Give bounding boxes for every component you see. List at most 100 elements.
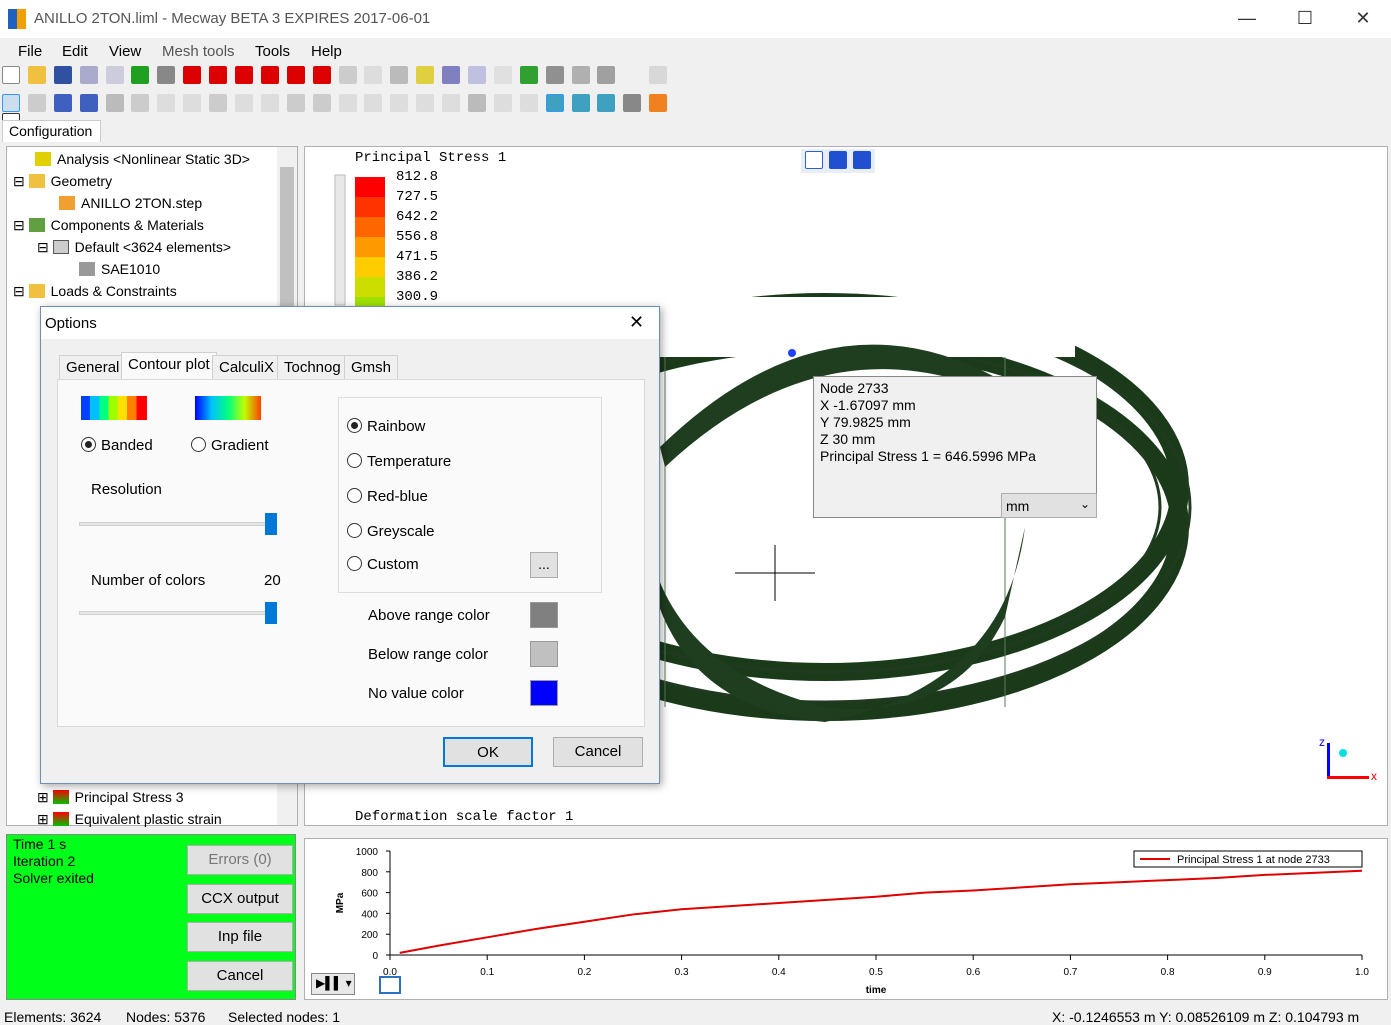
delete-icon[interactable] (209, 94, 228, 113)
custom-colors-button[interactable]: ... (530, 552, 558, 578)
rotate-icon[interactable] (390, 66, 409, 85)
scrollbar-thumb[interactable] (280, 167, 294, 307)
inp-file-button[interactable]: Inp file (187, 922, 293, 952)
tree-item-default[interactable]: ⊟ Default <3624 elements> (37, 239, 231, 256)
plot-icon[interactable] (493, 66, 512, 85)
resolution-slider-thumb[interactable] (265, 513, 277, 535)
rainbow-radio[interactable]: Rainbow (347, 418, 425, 435)
extrude-icon[interactable] (235, 94, 254, 113)
zoom-box-icon[interactable] (338, 66, 357, 85)
tab-calculix[interactable]: CalculiX (212, 355, 282, 379)
errors-button[interactable]: Errors (0) (187, 845, 293, 875)
revolve-icon[interactable] (364, 94, 383, 113)
greyscale-radio[interactable]: Greyscale (347, 523, 435, 540)
fit-view-icon[interactable] (416, 66, 435, 85)
select-node-icon[interactable] (27, 94, 46, 113)
tet-mesh-icon[interactable] (468, 94, 487, 113)
merge-icon[interactable] (416, 94, 435, 113)
chevron-left-icon[interactable] (623, 66, 642, 85)
resolution-slider-track[interactable] (79, 522, 271, 526)
temperature-radio[interactable]: Temperature (347, 453, 451, 470)
gradient-radio[interactable]: Gradient (191, 437, 269, 454)
view-bottom-icon[interactable] (312, 66, 331, 85)
save-icon[interactable] (53, 66, 72, 85)
minimize-button[interactable]: — (1218, 0, 1276, 36)
node-icon[interactable] (131, 94, 150, 113)
chart-select-button[interactable] (379, 976, 401, 994)
collapse-icon[interactable]: ⊟ (13, 173, 29, 189)
tab-gmsh[interactable]: Gmsh (344, 355, 399, 379)
move-icon[interactable] (286, 94, 305, 113)
tab-configuration[interactable]: Configuration (2, 120, 101, 142)
redo-icon[interactable] (105, 66, 124, 85)
arrows-icon[interactable] (649, 94, 668, 113)
tab-tochnog[interactable]: Tochnog (277, 355, 348, 379)
tab-contour-plot[interactable]: Contour plot (121, 352, 217, 380)
tree-item-components[interactable]: ⊟ Components & Materials (13, 217, 204, 234)
split-icon[interactable] (442, 94, 461, 113)
view-right-icon[interactable] (260, 66, 279, 85)
mesh-view-icon[interactable] (597, 66, 616, 85)
tab-general[interactable]: General (59, 355, 127, 379)
contour-icon[interactable] (623, 94, 642, 113)
solid-view-icon[interactable] (545, 66, 564, 85)
dialog-close-button[interactable]: ✕ (629, 312, 644, 333)
tree-item-eps[interactable]: ⊞ Equivalent plastic strain (37, 811, 222, 828)
tree-item-geometry[interactable]: ⊟ Geometry (13, 173, 112, 190)
collapse-icon[interactable]: ⊟ (13, 283, 29, 299)
colors-slider-track[interactable] (79, 611, 271, 615)
tree-item-loads[interactable]: ⊟ Loads & Constraints (13, 283, 177, 300)
colors-slider-thumb[interactable] (265, 602, 277, 624)
results-icon[interactable] (468, 66, 487, 85)
sweep-icon[interactable] (390, 94, 409, 113)
triangle-icon[interactable] (493, 94, 512, 113)
explode-icon[interactable] (105, 94, 124, 113)
wireframe-view-icon[interactable] (571, 66, 590, 85)
select-element-icon[interactable] (53, 94, 72, 113)
view-top-icon[interactable] (286, 66, 305, 85)
solve-icon[interactable] (442, 66, 461, 85)
animate-icon[interactable] (597, 94, 616, 113)
menu-view[interactable]: View (109, 43, 141, 60)
menu-tools[interactable]: Tools (255, 43, 290, 60)
collapse-icon[interactable]: ⊟ (37, 239, 53, 255)
play-pause-button[interactable]: ▶▌▌ ▾ (311, 973, 355, 995)
custom-radio[interactable]: Custom (347, 556, 419, 573)
expand-icon[interactable]: ⊞ (37, 811, 53, 827)
red-blue-radio[interactable]: Red-blue (347, 488, 428, 505)
view-front-icon[interactable] (183, 66, 202, 85)
layers-icon[interactable] (131, 66, 150, 85)
scale-icon[interactable] (338, 94, 357, 113)
expand-icon[interactable]: ⊞ (37, 789, 53, 805)
tree-item-material[interactable]: SAE1010 (79, 261, 160, 277)
no-value-color-button[interactable] (530, 680, 558, 706)
select-face-icon[interactable] (79, 94, 98, 113)
new-file-icon[interactable] (2, 66, 20, 85)
undo-icon[interactable] (79, 66, 98, 85)
maximize-button[interactable]: ☐ (1276, 0, 1334, 36)
view-iso-icon[interactable] (157, 66, 176, 85)
zoom-icon[interactable] (364, 66, 383, 85)
menu-edit[interactable]: Edit (62, 43, 88, 60)
view-back-icon[interactable] (209, 66, 228, 85)
ok-button[interactable]: OK (443, 737, 533, 767)
tree-item-step[interactable]: ANILLO 2TON.step (59, 195, 202, 211)
above-range-color-button[interactable] (530, 602, 558, 628)
dialog-cancel-button[interactable]: Cancel (553, 737, 643, 767)
unit-select[interactable]: mm ⌄ (1001, 493, 1097, 518)
open-folder-icon[interactable] (27, 66, 46, 85)
select-icon[interactable] (2, 94, 20, 113)
copy-icon[interactable] (312, 94, 331, 113)
menu-help[interactable]: Help (311, 43, 342, 60)
menu-mesh-tools[interactable]: Mesh tools (162, 43, 235, 60)
surface-icon[interactable] (519, 66, 538, 85)
menu-file[interactable]: File (18, 43, 42, 60)
close-button[interactable]: ✕ (1334, 0, 1391, 36)
element-icon[interactable] (157, 94, 176, 113)
banded-radio[interactable]: Banded (81, 437, 153, 454)
below-range-color-button[interactable] (530, 641, 558, 667)
refine-icon[interactable] (260, 94, 279, 113)
scroll-thumb[interactable] (649, 66, 668, 85)
collapse-icon[interactable]: ⊟ (13, 217, 29, 233)
tree-item-ps3[interactable]: ⊞ Principal Stress 3 (37, 789, 184, 806)
